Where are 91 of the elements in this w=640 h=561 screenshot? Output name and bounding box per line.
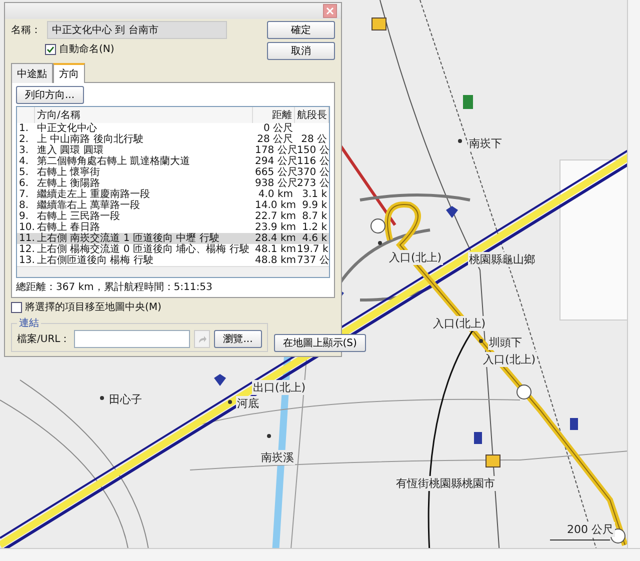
distance-cell-text: 23.9 km bbox=[254, 222, 295, 233]
file-url-label: 檔案/URL： bbox=[17, 332, 70, 346]
direction-cell[interactable]: 上右側 南崁交流道 1 匝道後向 中壢 行駛 bbox=[35, 233, 253, 244]
leg-cell-text: 3.1 k bbox=[301, 189, 328, 200]
leg-cell-text: 28 公 bbox=[300, 134, 328, 145]
row-index: 13. bbox=[18, 255, 35, 266]
distance-cell-text: 48.1 km bbox=[254, 244, 295, 255]
row-index: 6. bbox=[18, 178, 30, 189]
column-header[interactable]: 航段長 bbox=[295, 107, 329, 123]
leg-cell-text: 116 公 bbox=[297, 156, 329, 167]
map-label: 桃園縣龜山鄉 bbox=[468, 252, 536, 267]
file-url-field[interactable] bbox=[74, 330, 190, 348]
direction-cell[interactable]: 右轉上 三民路一段 bbox=[35, 211, 253, 222]
route-summary: 總距離：367 km，累計航程時間：5:11:53 bbox=[16, 280, 214, 294]
tab[interactable]: 中途點 bbox=[11, 63, 53, 83]
row-index: 10. bbox=[18, 222, 35, 233]
leg-cell: 4.6 k bbox=[295, 233, 329, 244]
row-index: 8. bbox=[18, 200, 30, 211]
map-label: 入口(北上) bbox=[388, 250, 443, 265]
distance-cell-text: 4.0 km bbox=[257, 189, 294, 200]
distance-cell-text: 22.7 km bbox=[254, 211, 295, 222]
column-header[interactable]: 方向/名稱 bbox=[35, 107, 253, 123]
map-label: 田心子 bbox=[108, 392, 143, 407]
distance-cell-text: 665 公尺 bbox=[254, 167, 295, 178]
column-header bbox=[17, 107, 35, 123]
print-directions-button[interactable]: 列印方向... bbox=[16, 86, 84, 104]
direction-cell[interactable]: 中正文化中心 bbox=[35, 123, 253, 134]
distance-cell-text: 294 公尺 bbox=[254, 156, 295, 167]
direction-cell[interactable]: 上 中山南路 後向北行駛 bbox=[35, 134, 253, 145]
name-label: 名稱： bbox=[11, 24, 41, 37]
distance-cell-text: 28 公尺 bbox=[256, 134, 294, 145]
row-index: 5. bbox=[18, 167, 30, 178]
cancel-button[interactable]: 取消 bbox=[267, 42, 335, 60]
map-label: 圳頭下 bbox=[488, 335, 523, 350]
leg-cell-text: 1.2 k bbox=[301, 222, 328, 233]
browse-button[interactable]: 瀏覽... bbox=[214, 330, 262, 348]
distance-cell-text: 938 公尺 bbox=[254, 178, 295, 189]
close-button[interactable] bbox=[323, 4, 337, 18]
row-index: 1. bbox=[18, 123, 30, 134]
distance-cell: 28.4 km bbox=[253, 233, 295, 244]
name-field[interactable]: 中正文化中心 到 台南市 bbox=[47, 21, 227, 39]
close-icon bbox=[326, 7, 334, 15]
leg-cell-text: 273 公 bbox=[297, 178, 329, 189]
row-index: 7. bbox=[18, 189, 30, 200]
row-index: 3. bbox=[18, 145, 30, 156]
row-index: 12. bbox=[18, 244, 35, 255]
auto-name-checkbox[interactable] bbox=[45, 44, 56, 54]
map-label: 南崁溪 bbox=[260, 450, 295, 465]
leg-cell-text: 9.9 k bbox=[301, 200, 328, 211]
map-label: 入口(北上) bbox=[432, 316, 487, 331]
link-group-title: 連結 bbox=[18, 316, 40, 330]
distance-cell-text: 48.8 km bbox=[254, 255, 295, 266]
direction-cell[interactable]: 右轉上 春日路 bbox=[35, 222, 253, 233]
ok-button[interactable]: 確定 bbox=[267, 21, 335, 39]
direction-cell[interactable]: 上右側匝道後向 楊梅 行駛 bbox=[35, 255, 253, 266]
map-label: 南崁下 bbox=[468, 136, 503, 151]
leg-cell-text: 19.7 k bbox=[296, 244, 329, 255]
distance-cell-text: 178 公尺 bbox=[254, 145, 295, 156]
go-button[interactable] bbox=[194, 330, 210, 348]
horizontal-scrollbar[interactable] bbox=[0, 548, 640, 561]
map-label: 河底 bbox=[236, 396, 260, 411]
direction-cell[interactable]: 繼續走左上 重慶南路一段 bbox=[35, 189, 253, 200]
distance-cell-text: 14.0 km bbox=[254, 200, 295, 211]
center-checkbox[interactable] bbox=[11, 302, 22, 312]
row-index: 11. bbox=[17, 233, 35, 244]
direction-cell[interactable]: 進入 圓環 圓環 bbox=[35, 145, 253, 156]
direction-cell[interactable]: 左轉上 衡陽路 bbox=[35, 178, 253, 189]
list-scrollbar[interactable] bbox=[17, 266, 329, 277]
row-index: 4. bbox=[18, 156, 30, 167]
tab[interactable]: 方向 bbox=[53, 63, 85, 83]
direction-cell[interactable]: 繼續靠右上 萬華路一段 bbox=[35, 200, 253, 211]
leg-cell-text: 370 公 bbox=[297, 167, 329, 178]
map-label: 出口(北上) bbox=[252, 380, 307, 395]
leg-cell-text: 8.7 k bbox=[301, 211, 328, 222]
arrow-icon bbox=[198, 334, 207, 344]
direction-cell[interactable]: 上右側 楊梅交流道 0 匝道後向 埔心、楊梅 行駛 bbox=[35, 244, 253, 255]
leg-cell-text: 150 公 bbox=[297, 145, 329, 156]
map-label: 有恆街桃園縣桃園市 bbox=[395, 476, 496, 491]
auto-name-label: 自動命名(N) bbox=[59, 43, 114, 56]
column-header[interactable]: 距離 bbox=[253, 107, 295, 123]
center-option-label: 將選擇的項目移至地圖中央(M) bbox=[25, 300, 162, 314]
direction-cell[interactable]: 第二個轉角處右轉上 凱達格蘭大道 bbox=[35, 156, 253, 167]
row-index: 9. bbox=[18, 211, 30, 222]
map-label: 200 公尺 bbox=[566, 522, 614, 537]
direction-cell[interactable]: 右轉上 懷寧街 bbox=[35, 167, 253, 178]
vertical-scrollbar[interactable] bbox=[627, 0, 640, 549]
map-label: 入口(北上) bbox=[482, 352, 537, 367]
show-on-map-button[interactable]: 在地圖上顯示(S) bbox=[274, 334, 366, 352]
row-index: 2. bbox=[18, 134, 30, 145]
distance-cell-text: 0 公尺 bbox=[262, 123, 294, 134]
leg-cell-text: 737 公 bbox=[296, 255, 329, 266]
